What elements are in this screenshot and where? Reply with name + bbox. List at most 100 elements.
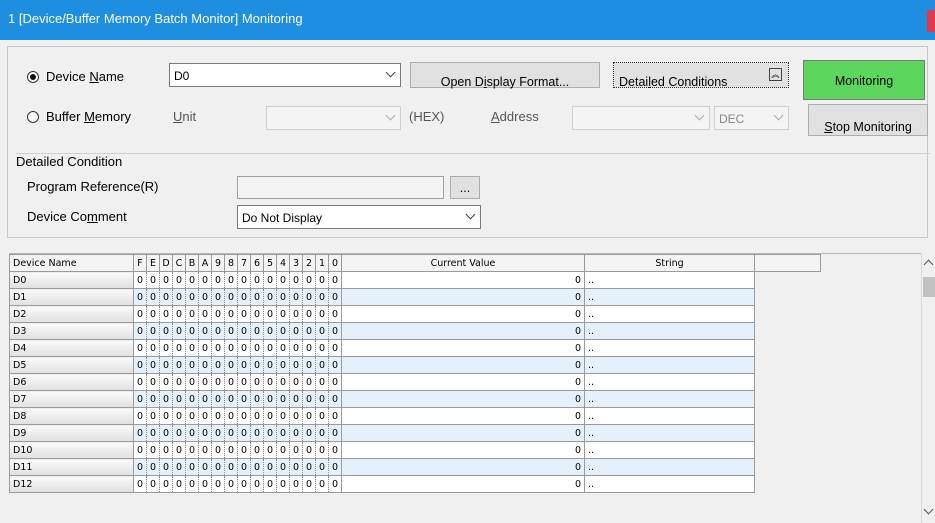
col-bit[interactable]: 6 <box>250 254 264 272</box>
bit-cell[interactable]: 0 <box>263 458 277 476</box>
bit-cell[interactable]: 0 <box>250 322 264 340</box>
device-name-cell[interactable]: D5 <box>9 356 134 374</box>
bit-cell[interactable]: 0 <box>276 407 290 425</box>
bit-cell[interactable]: 0 <box>328 356 342 374</box>
bit-cell[interactable]: 0 <box>198 424 212 442</box>
bit-cell[interactable]: 0 <box>237 441 251 459</box>
bit-cell[interactable]: 0 <box>172 356 186 374</box>
bit-cell[interactable]: 0 <box>276 288 290 306</box>
bit-cell[interactable]: 0 <box>198 441 212 459</box>
bit-cell[interactable]: 0 <box>237 271 251 289</box>
bit-cell[interactable]: 0 <box>302 271 316 289</box>
bit-cell[interactable]: 0 <box>185 322 199 340</box>
bit-cell[interactable]: 0 <box>146 271 160 289</box>
bit-cell[interactable]: 0 <box>185 390 199 408</box>
bit-cell[interactable]: 0 <box>172 322 186 340</box>
bit-cell[interactable]: 0 <box>302 322 316 340</box>
bit-cell[interactable]: 0 <box>289 373 303 391</box>
bit-cell[interactable]: 0 <box>133 339 147 357</box>
bit-cell[interactable]: 0 <box>224 424 238 442</box>
bit-cell[interactable]: 0 <box>276 339 290 357</box>
bit-cell[interactable]: 0 <box>172 441 186 459</box>
bit-cell[interactable]: 0 <box>263 288 277 306</box>
bit-cell[interactable]: 0 <box>250 458 264 476</box>
bit-cell[interactable]: 0 <box>276 373 290 391</box>
string-cell[interactable]: .. <box>584 288 755 306</box>
bit-cell[interactable]: 0 <box>224 441 238 459</box>
bit-cell[interactable]: 0 <box>133 356 147 374</box>
bit-cell[interactable]: 0 <box>146 424 160 442</box>
col-bit[interactable]: 1 <box>315 254 329 272</box>
bit-cell[interactable]: 0 <box>276 441 290 459</box>
bit-cell[interactable]: 0 <box>133 305 147 323</box>
bit-cell[interactable]: 0 <box>133 407 147 425</box>
bit-cell[interactable]: 0 <box>159 356 173 374</box>
bit-cell[interactable]: 0 <box>198 458 212 476</box>
bit-cell[interactable]: 0 <box>133 475 147 493</box>
bit-cell[interactable]: 0 <box>185 271 199 289</box>
table-row[interactable]: D2 0 0 0 0 0 0 0 0 0 0 0 0 0 0 0 0 0.. <box>9 305 821 323</box>
bit-cell[interactable]: 0 <box>276 322 290 340</box>
bit-cell[interactable]: 0 <box>263 339 277 357</box>
bit-cell[interactable]: 0 <box>237 305 251 323</box>
bit-cell[interactable]: 0 <box>237 322 251 340</box>
col-bit[interactable]: B <box>185 254 199 272</box>
bit-cell[interactable]: 0 <box>328 458 342 476</box>
bit-cell[interactable]: 0 <box>328 441 342 459</box>
string-cell[interactable]: .. <box>584 390 755 408</box>
col-device-name[interactable]: Device Name <box>9 254 134 272</box>
bit-cell[interactable]: 0 <box>315 271 329 289</box>
device-name-cell[interactable]: D12 <box>9 475 134 493</box>
bit-cell[interactable]: 0 <box>250 424 264 442</box>
bit-cell[interactable]: 0 <box>211 356 225 374</box>
bit-cell[interactable]: 0 <box>198 305 212 323</box>
bit-cell[interactable]: 0 <box>289 475 303 493</box>
bit-cell[interactable]: 0 <box>172 407 186 425</box>
bit-cell[interactable]: 0 <box>133 322 147 340</box>
table-row[interactable]: D4 0 0 0 0 0 0 0 0 0 0 0 0 0 0 0 0 0.. <box>9 339 821 357</box>
bit-cell[interactable]: 0 <box>224 339 238 357</box>
bit-cell[interactable]: 0 <box>198 475 212 493</box>
table-row[interactable]: D5 0 0 0 0 0 0 0 0 0 0 0 0 0 0 0 0 0.. <box>9 356 821 374</box>
bit-cell[interactable]: 0 <box>159 458 173 476</box>
current-value-cell[interactable]: 0 <box>341 322 585 340</box>
bit-cell[interactable]: 0 <box>198 390 212 408</box>
bit-cell[interactable]: 0 <box>315 475 329 493</box>
col-bit[interactable]: 2 <box>302 254 316 272</box>
table-row[interactable]: D6 0 0 0 0 0 0 0 0 0 0 0 0 0 0 0 0 0.. <box>9 373 821 391</box>
current-value-cell[interactable]: 0 <box>341 441 585 459</box>
bit-cell[interactable]: 0 <box>250 441 264 459</box>
bit-cell[interactable]: 0 <box>224 475 238 493</box>
bit-cell[interactable]: 0 <box>198 271 212 289</box>
bit-cell[interactable]: 0 <box>289 424 303 442</box>
bit-cell[interactable]: 0 <box>315 458 329 476</box>
bit-cell[interactable]: 0 <box>133 424 147 442</box>
bit-cell[interactable]: 0 <box>250 407 264 425</box>
col-bit[interactable]: 4 <box>276 254 290 272</box>
bit-cell[interactable]: 0 <box>133 288 147 306</box>
string-cell[interactable]: .. <box>584 424 755 442</box>
bit-cell[interactable]: 0 <box>172 339 186 357</box>
bit-cell[interactable]: 0 <box>315 407 329 425</box>
bit-cell[interactable]: 0 <box>302 305 316 323</box>
buffer-memory-label[interactable]: Buffer Memory <box>46 109 131 124</box>
bit-cell[interactable]: 0 <box>146 373 160 391</box>
bit-cell[interactable]: 0 <box>289 339 303 357</box>
bit-cell[interactable]: 0 <box>289 322 303 340</box>
bit-cell[interactable]: 0 <box>328 322 342 340</box>
scroll-down-icon[interactable] <box>923 504 934 515</box>
current-value-cell[interactable]: 0 <box>341 271 585 289</box>
bit-cell[interactable]: 0 <box>133 390 147 408</box>
bit-cell[interactable]: 0 <box>263 322 277 340</box>
bit-cell[interactable]: 0 <box>302 373 316 391</box>
bit-cell[interactable]: 0 <box>250 475 264 493</box>
bit-cell[interactable]: 0 <box>237 407 251 425</box>
bit-cell[interactable]: 0 <box>276 390 290 408</box>
bit-cell[interactable]: 0 <box>224 407 238 425</box>
bit-cell[interactable]: 0 <box>302 339 316 357</box>
address-format-combo[interactable]: DEC <box>714 106 789 130</box>
device-name-cell[interactable]: D1 <box>9 288 134 306</box>
bit-cell[interactable]: 0 <box>185 475 199 493</box>
bit-cell[interactable]: 0 <box>159 271 173 289</box>
string-cell[interactable]: .. <box>584 441 755 459</box>
